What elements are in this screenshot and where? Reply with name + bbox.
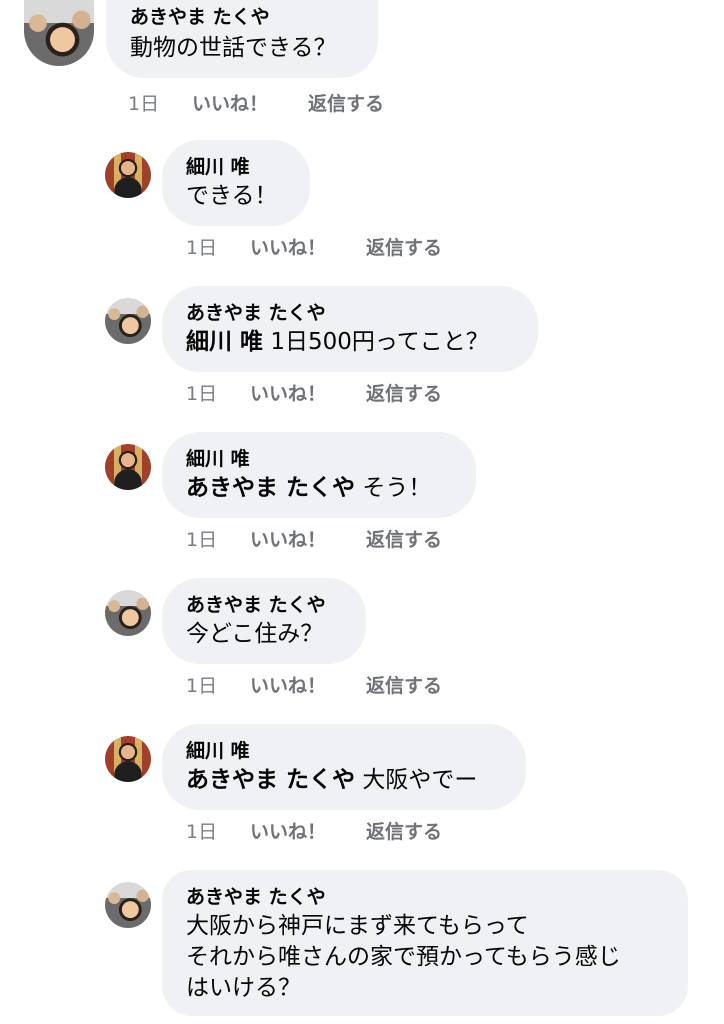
comment-time[interactable]: 1日 <box>128 89 159 116</box>
comment-text-line-3: はいける？ <box>186 975 301 1001</box>
comment-text-body: そう！ <box>355 475 432 501</box>
reply-link[interactable]: 返信する <box>366 233 442 260</box>
comment-bubble: あきやま たくや 動物の世話できる？ <box>106 0 378 78</box>
comment-text: あきやま たくや 大阪やでー <box>186 764 477 796</box>
comment-bubble: あきやま たくや 大阪から神戸にまず来てもらって それから唯さんの家で預かっても… <box>162 870 688 1016</box>
comment-time[interactable]: 1日 <box>186 379 217 406</box>
avatar-akiyama[interactable] <box>24 0 94 66</box>
like-link[interactable]: いいね！ <box>250 233 326 260</box>
avatar-akiyama[interactable] <box>105 882 151 928</box>
comment-time[interactable]: 1日 <box>186 233 217 260</box>
comment-text-body: 大阪やでー <box>355 767 478 793</box>
comment-author[interactable]: あきやま たくや <box>186 886 326 908</box>
mention-link[interactable]: 細川 唯 <box>186 329 263 355</box>
avatar-hosokawa[interactable] <box>105 152 151 198</box>
comment-author[interactable]: あきやま たくや <box>130 6 270 28</box>
comment-author[interactable]: 細川 唯 <box>186 156 250 178</box>
mention-link[interactable]: あきやま たくや <box>186 767 355 793</box>
comment-text-body: 1日500円ってこと？ <box>263 329 489 355</box>
comment-author[interactable]: あきやま たくや <box>186 594 326 616</box>
comment-time[interactable]: 1日 <box>186 525 217 552</box>
comment-author[interactable]: あきやま たくや <box>186 302 326 324</box>
comment-bubble: あきやま たくや 細川 唯 1日500円ってこと？ <box>162 286 538 372</box>
avatar-akiyama[interactable] <box>105 590 151 636</box>
comment-text: 今どこ住み？ <box>186 621 324 647</box>
mention-link[interactable]: あきやま たくや <box>186 475 355 501</box>
avatar-hosokawa[interactable] <box>105 736 151 782</box>
like-link[interactable]: いいね！ <box>192 89 268 116</box>
avatar-akiyama[interactable] <box>105 298 151 344</box>
comment-text: 細川 唯 1日500円ってこと？ <box>186 326 489 358</box>
comment-time[interactable]: 1日 <box>186 671 217 698</box>
comment-text: できる！ <box>186 183 278 209</box>
comment-bubble: 細川 唯 あきやま たくや 大阪やでー <box>162 724 526 810</box>
like-link[interactable]: いいね！ <box>250 671 326 698</box>
comment-bubble: あきやま たくや 今どこ住み？ <box>162 578 366 664</box>
reply-link[interactable]: 返信する <box>366 817 442 844</box>
comment-text-line-1: 大阪から神戸にまず来てもらって <box>186 913 529 939</box>
like-link[interactable]: いいね！ <box>250 379 326 406</box>
reply-link[interactable]: 返信する <box>308 89 384 116</box>
comment-text: あきやま たくや そう！ <box>186 472 431 504</box>
avatar-hosokawa[interactable] <box>105 444 151 490</box>
like-link[interactable]: いいね！ <box>250 525 326 552</box>
reply-link[interactable]: 返信する <box>366 525 442 552</box>
comment-text: 動物の世話できる？ <box>130 35 337 61</box>
comment-bubble: 細川 唯 できる！ <box>162 140 310 226</box>
like-link[interactable]: いいね！ <box>250 817 326 844</box>
reply-link[interactable]: 返信する <box>366 379 442 406</box>
comment-text-line-2: それから唯さんの家で預かってもらう感じ <box>186 944 621 970</box>
comment-author[interactable]: 細川 唯 <box>186 448 250 470</box>
comment-author[interactable]: 細川 唯 <box>186 740 250 762</box>
reply-link[interactable]: 返信する <box>366 671 442 698</box>
comment-bubble: 細川 唯 あきやま たくや そう！ <box>162 432 476 518</box>
comment-time[interactable]: 1日 <box>186 817 217 844</box>
